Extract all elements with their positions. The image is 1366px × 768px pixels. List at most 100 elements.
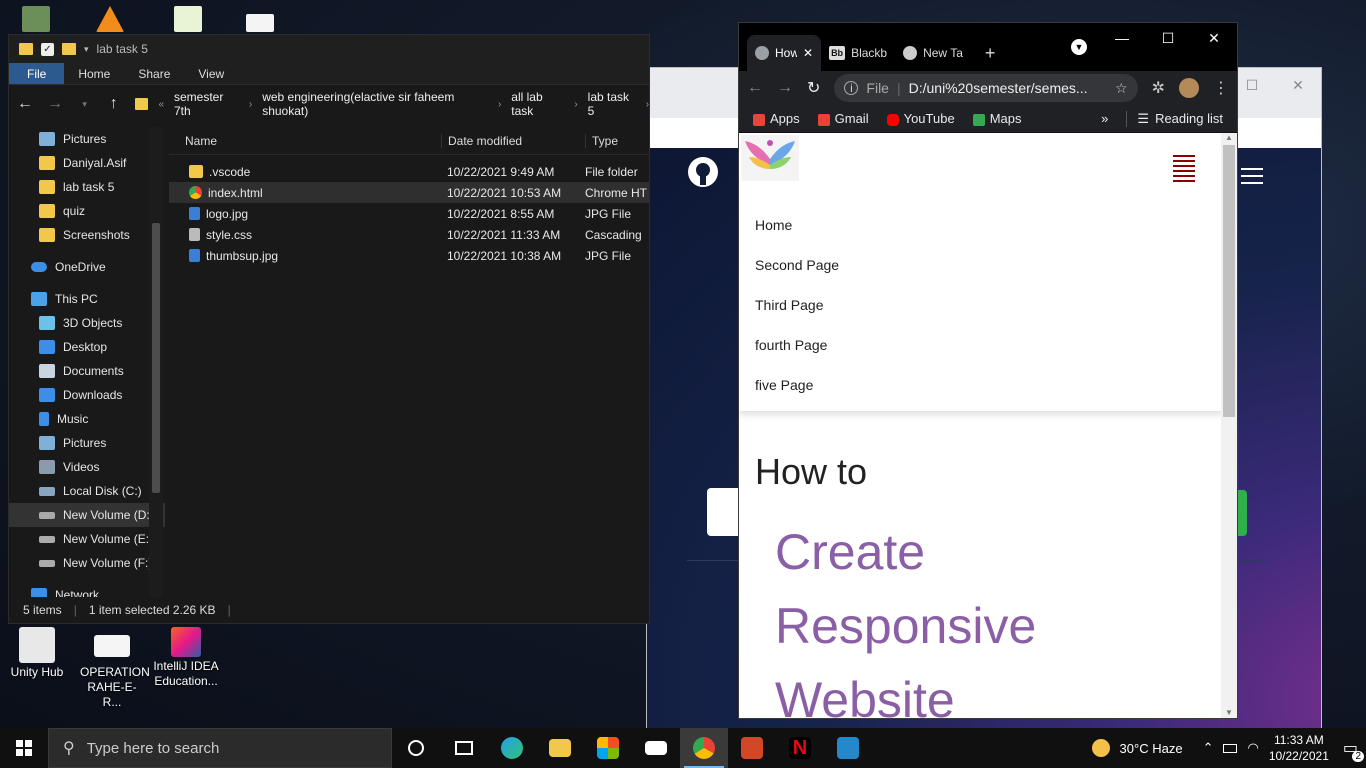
column-header-type[interactable]: Type xyxy=(585,133,618,148)
reading-list-button[interactable]: ☰ Reading list xyxy=(1126,110,1223,127)
taskbar-search-box[interactable]: ⚲ Type here to search xyxy=(48,728,392,768)
file-row-vscode[interactable]: .vscode 10/22/2021 9:49 AM File folder xyxy=(169,161,649,182)
column-header-date[interactable]: Date modified xyxy=(441,133,585,148)
minimize-icon[interactable]: — xyxy=(1099,23,1145,53)
ribbon-tab-share[interactable]: Share xyxy=(124,63,184,84)
breadcrumb-item[interactable]: lab task 5 xyxy=(588,90,636,118)
hamburger-menu-icon[interactable] xyxy=(1173,155,1195,185)
breadcrumb-item[interactable]: semester 7th xyxy=(174,90,239,118)
new-tab-button[interactable]: + xyxy=(971,35,1004,71)
wifi-icon[interactable]: ◠ xyxy=(1247,740,1258,756)
weather-text[interactable]: 30°C Haze xyxy=(1120,741,1183,756)
file-row-style-css[interactable]: style.css 10/22/2021 11:33 AM Cascading xyxy=(169,224,649,245)
bookmark-youtube[interactable]: YouTube xyxy=(886,111,955,126)
tab-blackboard[interactable]: Bb Blackb xyxy=(821,35,895,71)
nav-link-third-page[interactable]: Third Page xyxy=(739,285,1223,325)
back-arrow-icon[interactable]: ← xyxy=(17,95,33,113)
taskbar-app-chrome[interactable] xyxy=(680,728,728,768)
sidebar-item-music[interactable]: Music xyxy=(9,407,165,431)
cortana-button[interactable] xyxy=(392,728,440,768)
chevron-down-icon[interactable]: ▾ xyxy=(84,44,89,55)
column-header-name[interactable]: Name xyxy=(169,134,441,148)
chevron-right-icon[interactable]: › xyxy=(646,99,649,110)
breadcrumb-overflow-icon[interactable]: « xyxy=(158,99,164,110)
desktop-icon-person[interactable] xyxy=(22,6,50,32)
sidebar-item-network[interactable]: Network xyxy=(9,583,165,597)
close-icon[interactable]: ✕ xyxy=(1275,70,1321,100)
sidebar-item-new-volume-e[interactable]: New Volume (E:) xyxy=(9,527,165,551)
new-folder-icon[interactable] xyxy=(62,43,76,55)
nav-link-second-page[interactable]: Second Page xyxy=(739,245,1223,285)
file-row-index-html[interactable]: index.html 10/22/2021 10:53 AM Chrome HT xyxy=(169,182,649,203)
chevron-right-icon[interactable]: › xyxy=(498,99,501,110)
taskbar-app-store[interactable] xyxy=(584,728,632,768)
taskbar-app-powerpoint[interactable] xyxy=(728,728,776,768)
clock[interactable]: 11:33 AM 10/22/2021 xyxy=(1269,732,1329,764)
back-arrow-icon[interactable]: ← xyxy=(747,79,763,97)
bookmark-maps[interactable]: Maps xyxy=(972,111,1021,126)
bookmark-gmail[interactable]: Gmail xyxy=(817,111,869,126)
reload-icon[interactable]: ↻ xyxy=(807,78,820,98)
chrome-window[interactable]: How ✕ Bb Blackb New Ta + ▼ — ☐ ✕ ← → ↻ i… xyxy=(738,22,1238,719)
sidebar-item-daniyal-asif[interactable]: Daniyal.Asif xyxy=(9,151,165,175)
weather-icon[interactable] xyxy=(1091,739,1110,757)
chevron-right-icon[interactable]: › xyxy=(574,99,577,110)
extensions-icon[interactable]: ✲ xyxy=(1152,78,1165,98)
file-explorer-window[interactable]: ✓ ▾ lab task 5 File Home Share View ← → … xyxy=(8,34,650,624)
sidebar-item-onedrive[interactable]: OneDrive xyxy=(9,255,165,279)
nav-link-five-page[interactable]: five Page xyxy=(739,365,1223,405)
sidebar-item-new-volume-f[interactable]: New Volume (F:) xyxy=(9,551,165,575)
avatar[interactable] xyxy=(1179,78,1199,98)
taskbar-app-vscode[interactable] xyxy=(824,728,872,768)
sidebar-item-this-pc[interactable]: This PC xyxy=(9,287,165,311)
scroll-up-arrow-icon[interactable]: ▲ xyxy=(1221,133,1237,145)
tab-how-to[interactable]: How ✕ xyxy=(747,35,822,71)
desktop-icon-unity-hub[interactable]: Unity Hub xyxy=(0,627,75,680)
file-row-thumbsup-jpg[interactable]: thumbsup.jpg 10/22/2021 10:38 AM JPG Fil… xyxy=(169,245,649,266)
nav-link-fourth-page[interactable]: fourth Page xyxy=(739,325,1223,365)
sidebar-item-downloads[interactable]: Downloads xyxy=(9,383,165,407)
more-menu-icon[interactable]: ⋮ xyxy=(1213,78,1229,98)
desktop-icon-intellij[interactable]: IntelliJ IDEA Education... xyxy=(148,627,224,689)
ribbon-tab-home[interactable]: Home xyxy=(64,63,124,84)
forward-arrow-icon[interactable]: → xyxy=(777,79,793,97)
ribbon-tab-view[interactable]: View xyxy=(184,63,238,84)
task-view-button[interactable] xyxy=(440,728,488,768)
github-icon[interactable] xyxy=(687,156,719,188)
star-icon[interactable]: ☆ xyxy=(1115,80,1128,97)
sidebar-item-documents[interactable]: Documents xyxy=(9,359,165,383)
forward-arrow-icon[interactable]: → xyxy=(47,95,63,113)
breadcrumb[interactable]: « semester 7th › web engineering(elactiv… xyxy=(135,90,649,118)
up-arrow-icon[interactable]: ↑ xyxy=(106,95,121,113)
taskbar-app-netflix[interactable]: N xyxy=(776,728,824,768)
taskbar-app-file-explorer[interactable] xyxy=(536,728,584,768)
vlc-icon[interactable] xyxy=(96,6,124,32)
properties-icon[interactable]: ✓ xyxy=(41,42,54,56)
start-button[interactable] xyxy=(0,728,48,768)
file-row-logo-jpg[interactable]: logo.jpg 10/22/2021 8:55 AM JPG File xyxy=(169,203,649,224)
ribbon-tab-file[interactable]: File xyxy=(9,63,65,84)
sidebar-item-lab-task-5[interactable]: lab task 5 xyxy=(9,175,165,199)
url-text[interactable]: D:/uni%20semester/semes... xyxy=(909,80,1107,96)
close-icon[interactable]: ✕ xyxy=(1191,23,1237,53)
chevron-up-icon[interactable]: ⌃ xyxy=(1203,740,1214,756)
scrollbar-thumb[interactable] xyxy=(1223,145,1235,417)
breadcrumb-item[interactable]: web engineering(elactive sir faheem shuo… xyxy=(262,90,488,118)
desktop-icon-operation[interactable]: OPERATION RAHE-E-R... xyxy=(74,627,150,710)
taskbar-app-edge[interactable] xyxy=(488,728,536,768)
nav-link-home[interactable]: Home xyxy=(739,205,1223,245)
maximize-icon[interactable]: ☐ xyxy=(1145,23,1191,53)
sidebar-item-videos[interactable]: Videos xyxy=(9,455,165,479)
sidebar-item-desktop[interactable]: Desktop xyxy=(9,335,165,359)
desktop-icon-app[interactable] xyxy=(174,6,202,32)
page-scrollbar[interactable]: ▲ ▼ xyxy=(1221,133,1237,718)
close-tab-icon[interactable]: ✕ xyxy=(803,46,813,60)
desktop-icon-document[interactable] xyxy=(246,14,274,32)
scrollbar-thumb[interactable] xyxy=(152,223,160,493)
sidebar-item-pictures[interactable]: Pictures xyxy=(9,431,165,455)
sidebar-item-local-disk-c[interactable]: Local Disk (C:) xyxy=(9,479,165,503)
background-menu-icon[interactable] xyxy=(1241,168,1263,184)
sidebar-item-3d-objects[interactable]: 3D Objects xyxy=(9,311,165,335)
sidebar-item-screenshots[interactable]: Screenshots xyxy=(9,223,165,247)
chevron-right-icon[interactable]: › xyxy=(249,99,252,110)
